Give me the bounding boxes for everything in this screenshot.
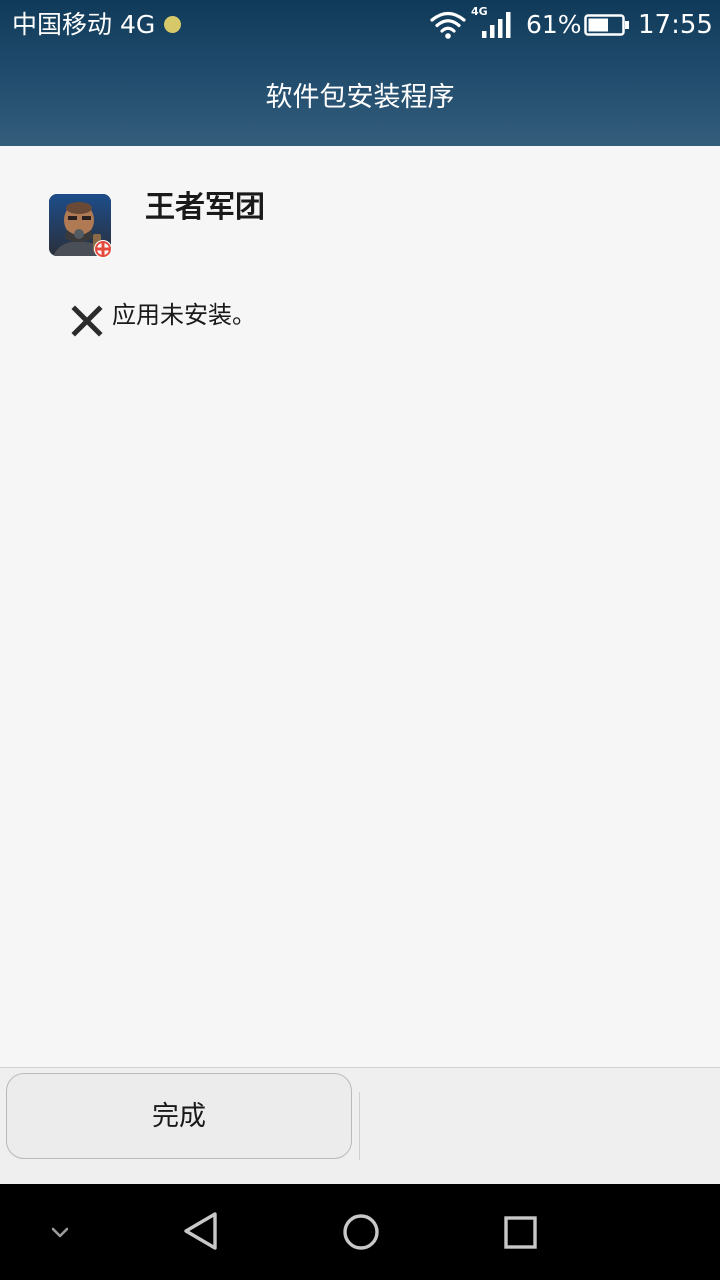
close-x-icon: [71, 305, 103, 337]
done-button[interactable]: 完成: [6, 1073, 352, 1159]
navigation-bar: [0, 1184, 720, 1280]
page-title: 软件包安装程序: [265, 82, 455, 113]
back-triangle-icon[interactable]: [176, 1184, 226, 1280]
app-source-badge-icon: [94, 240, 112, 258]
header: 中国移动 4G 4G 61% 17:55 软件包安装程序: [0, 0, 720, 146]
title-bar: 软件包安装程序: [0, 50, 720, 146]
action-bar: 完成: [0, 1067, 720, 1185]
battery-percent: 61%: [526, 10, 582, 39]
status-bar: 中国移动 4G 4G 61% 17:55: [0, 0, 720, 50]
wifi-icon: [430, 11, 466, 39]
notification-dot-icon: [164, 16, 181, 33]
button-divider: [359, 1092, 360, 1160]
app-name: 王者军团: [145, 190, 265, 225]
collapse-chevron-icon[interactable]: [40, 1184, 80, 1280]
carrier-label: 中国移动 4G: [12, 10, 156, 39]
install-status-message: 应用未安装。: [112, 301, 256, 329]
recents-square-icon[interactable]: [496, 1184, 546, 1280]
signal-icon: [482, 12, 511, 38]
battery-icon: [584, 14, 629, 36]
home-circle-icon[interactable]: [336, 1184, 386, 1280]
clock: 17:55: [638, 10, 713, 40]
installer-screen: 中国移动 4G 4G 61% 17:55 软件包安装程序 王者军团 应用未安装。…: [0, 0, 720, 1280]
